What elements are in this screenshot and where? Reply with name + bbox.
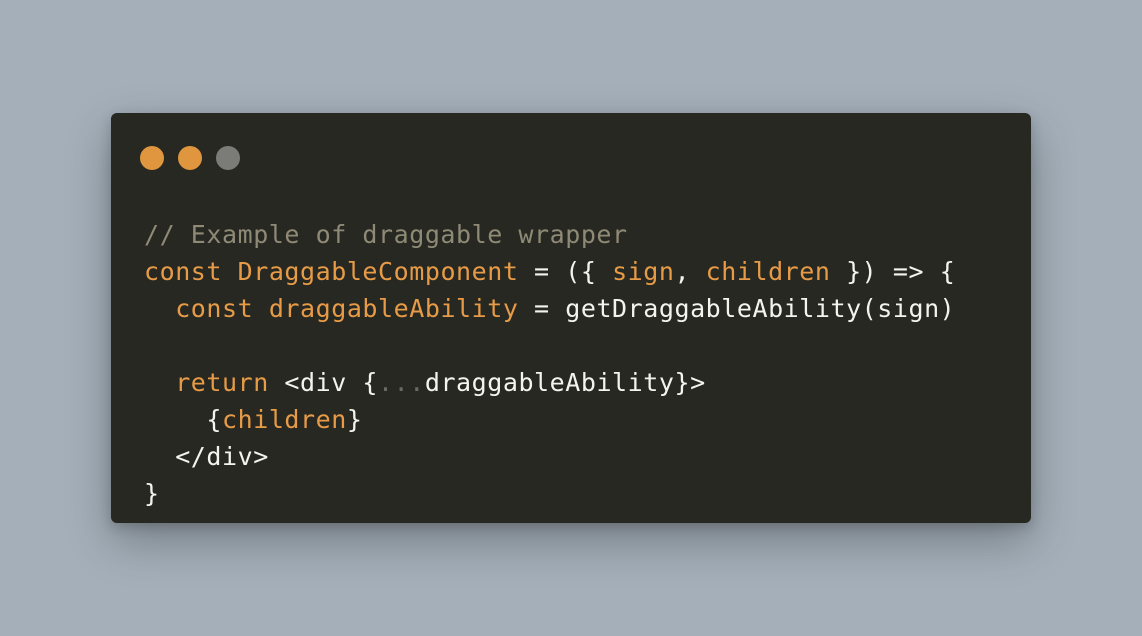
code-line: // Example of draggable wrapper <box>144 216 955 253</box>
code-token-keyword: DraggableComponent <box>237 257 519 286</box>
code-token-comment: // Example of draggable wrapper <box>144 220 628 249</box>
code-token-keyword: const <box>175 294 254 323</box>
code-token-plain: draggableAbility}> <box>424 368 706 397</box>
code-line: </div> <box>144 438 955 475</box>
code-token-plain: } <box>144 479 160 508</box>
code-token-keyword: return <box>175 368 269 397</box>
code-token-plain: </div> <box>144 442 269 471</box>
code-line: {children} <box>144 401 955 438</box>
minimize-dot-icon[interactable] <box>178 146 202 170</box>
code-token-plain: = ({ <box>518 257 613 286</box>
code-window: // Example of draggable wrapper const Dra… <box>111 113 1031 523</box>
zoom-dot-icon[interactable] <box>216 146 240 170</box>
code-token-keyword: draggableAbility <box>268 294 519 323</box>
window-controls <box>140 146 240 170</box>
code-token-plain: }) => { <box>830 257 956 286</box>
close-dot-icon[interactable] <box>140 146 164 170</box>
code-token-param: children <box>705 257 831 286</box>
code-token-param: children <box>222 405 347 434</box>
code-token-plain: { <box>144 405 223 434</box>
code-token-plain: } <box>346 405 363 434</box>
code-token-dim: ... <box>378 368 425 397</box>
code-token-plain: = getDraggableAbility(sign) <box>518 294 956 323</box>
code-token-param: sign <box>612 257 675 286</box>
code-line: } <box>144 475 955 512</box>
code-token-plain: <div { <box>268 368 379 397</box>
code-line: const draggableAbility = getDraggableAbi… <box>144 290 955 327</box>
code-line: return <div {...draggableAbility}> <box>144 364 955 401</box>
code-line: const DraggableComponent = ({ sign, chil… <box>144 253 955 290</box>
code-token-plain: , <box>674 257 706 286</box>
code-token-keyword: const <box>144 257 223 286</box>
code-block: // Example of draggable wrapper const Dra… <box>144 216 955 512</box>
